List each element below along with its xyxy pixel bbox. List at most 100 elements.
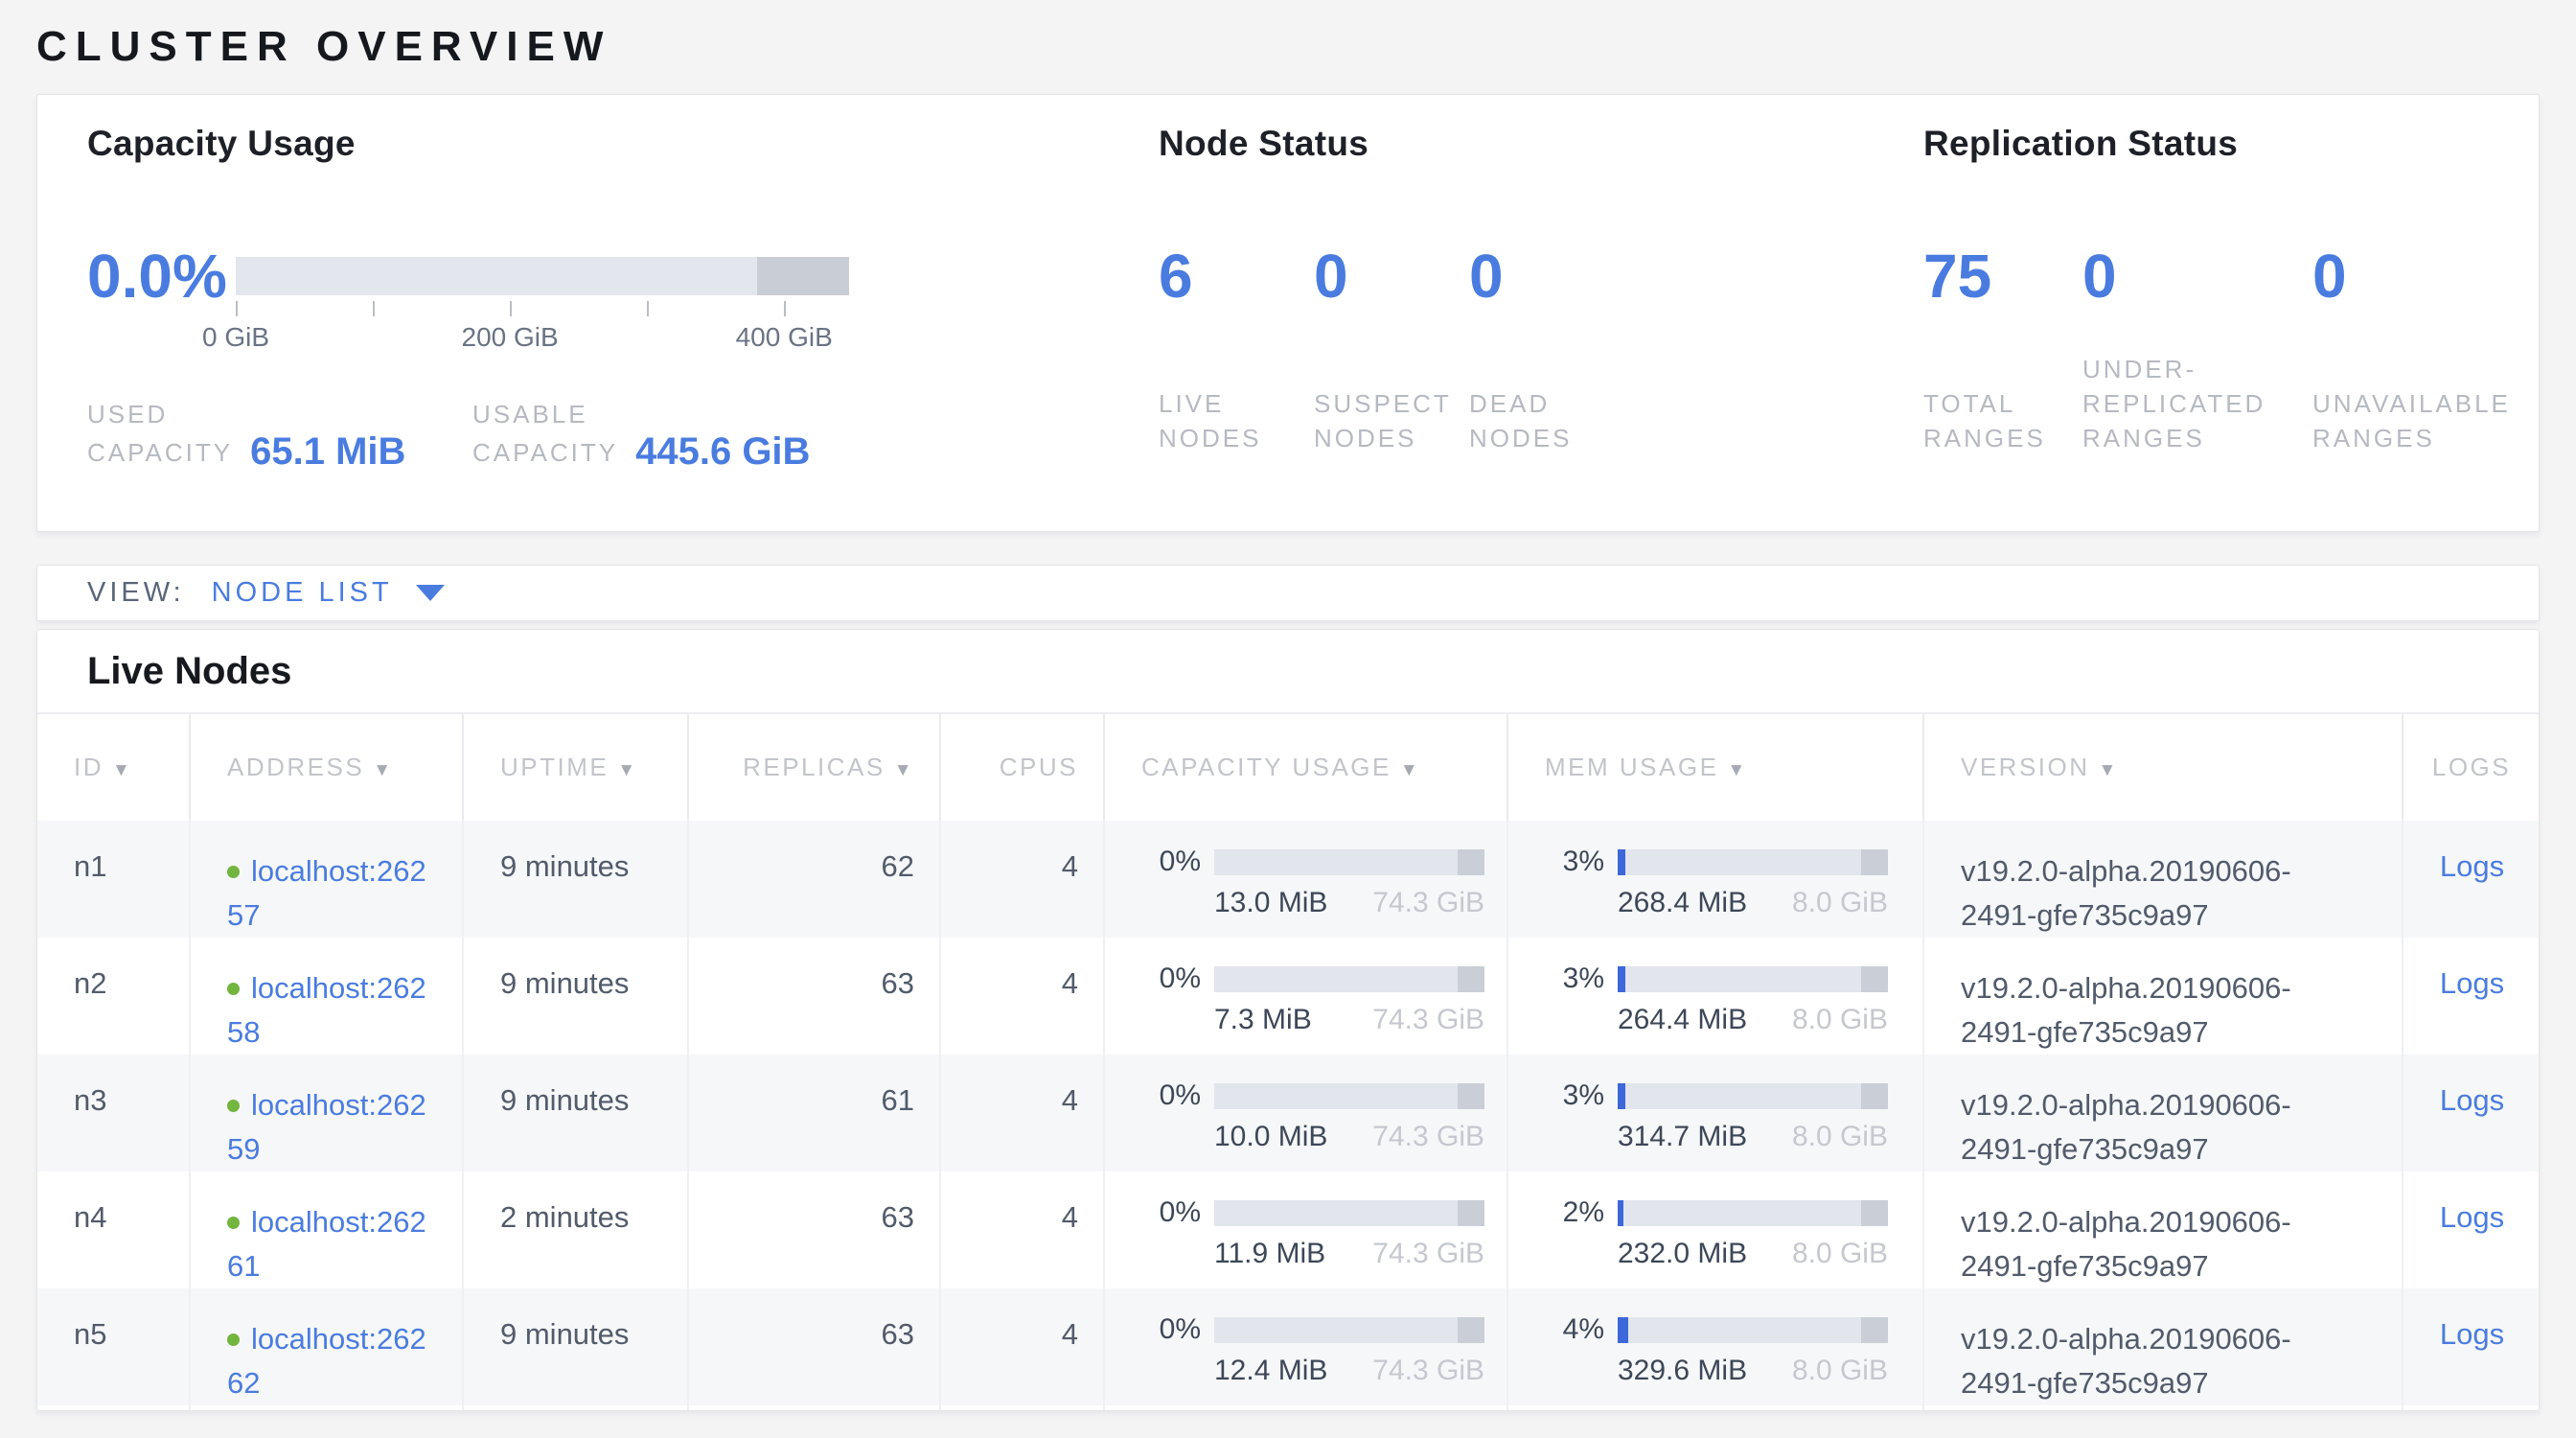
dead-nodes-stat: 0 DEAD NODES bbox=[1469, 243, 1624, 455]
capacity-used-value: 13.0 MiB bbox=[1214, 887, 1327, 919]
sort-descending-icon: ▼ bbox=[1400, 760, 1420, 780]
live-nodes-table: ID▼ADDRESS▼UPTIME▼REPLICAS▼CPUSCAPACITY … bbox=[37, 712, 2540, 1411]
under-replicated-ranges-count: 0 bbox=[2082, 243, 2312, 310]
cell-logs: Logs bbox=[2403, 938, 2540, 1055]
axis-tick bbox=[784, 301, 786, 316]
table-row: n3 localhost:26259 9 minutes 61 4 0% 10.… bbox=[37, 1055, 2540, 1171]
cell-uptime: 2 minutes bbox=[463, 1171, 688, 1288]
table-row-partial bbox=[37, 1405, 2540, 1411]
live-status-dot-icon bbox=[227, 983, 240, 995]
suspect-nodes-label: SUSPECT NODES bbox=[1314, 352, 1469, 455]
node-status-stats: 6 LIVE NODES 0 SUSPECT NODES 0 bbox=[1159, 243, 1923, 455]
dead-nodes-count: 0 bbox=[1469, 243, 1624, 310]
node-address-link[interactable]: localhost:26259 bbox=[227, 1088, 426, 1166]
capacity-used-value: 10.0 MiB bbox=[1214, 1121, 1327, 1153]
view-dropdown[interactable]: NODE LIST bbox=[212, 577, 445, 609]
mem-percent: 4% bbox=[1541, 1313, 1604, 1346]
table-header-row: ID▼ADDRESS▼UPTIME▼REPLICAS▼CPUSCAPACITY … bbox=[37, 713, 2540, 821]
total-ranges-stat: 75 TOTAL RANGES bbox=[1923, 243, 2082, 455]
column-header-uptime[interactable]: UPTIME▼ bbox=[463, 713, 688, 821]
replication-status-section: Replication Status 75 TOTAL RANGES 0 UND… bbox=[1923, 124, 2539, 531]
dead-nodes-label: DEAD NODES bbox=[1469, 352, 1624, 455]
cell-uptime: 9 minutes bbox=[463, 1055, 688, 1171]
capacity-stats: USED CAPACITY 65.1 MiB USABLE CAPACITY 4… bbox=[87, 395, 1159, 472]
cell-address: localhost:26258 bbox=[190, 938, 463, 1055]
capacity-total-value: 74.3 GiB bbox=[1372, 1004, 1484, 1036]
node-address-link[interactable]: localhost:26262 bbox=[227, 1322, 426, 1400]
capacity-total-value: 74.3 GiB bbox=[1372, 887, 1484, 919]
capacity-bar bbox=[1214, 1200, 1484, 1226]
table-row: n5 localhost:26262 9 minutes 63 4 0% 12.… bbox=[37, 1288, 2540, 1405]
unavailable-ranges-label: UNAVAILABLE RANGES bbox=[2312, 352, 2511, 455]
mem-total-value: 8.0 GiB bbox=[1792, 1004, 1888, 1036]
node-address-link[interactable]: localhost:26258 bbox=[227, 971, 426, 1049]
column-header-replicas[interactable]: REPLICAS▼ bbox=[688, 713, 940, 821]
node-address-link[interactable]: localhost:26261 bbox=[227, 1205, 426, 1283]
cell-uptime: 9 minutes bbox=[463, 1288, 688, 1405]
column-header-logs: LOGS bbox=[2403, 713, 2540, 821]
capacity-total-value: 74.3 GiB bbox=[1372, 1121, 1484, 1153]
column-header-capacity-usage[interactable]: CAPACITY USAGE▼ bbox=[1104, 713, 1507, 821]
mem-bar-reserved-segment bbox=[1861, 966, 1888, 992]
page-title: CLUSTER OVERVIEW bbox=[36, 0, 2540, 71]
usable-capacity-stat: USABLE CAPACITY 445.6 GiB bbox=[472, 395, 810, 472]
node-address-link[interactable]: localhost:26257 bbox=[227, 854, 426, 932]
live-nodes-heading: Live Nodes bbox=[37, 630, 2539, 712]
capacity-bar bbox=[1214, 1083, 1484, 1109]
cell-mem-usage: 4% 329.6 MiB 8.0 GiB bbox=[1507, 1288, 1923, 1405]
cell-cpus: 4 bbox=[940, 821, 1104, 938]
cell-replicas: 63 bbox=[688, 1171, 940, 1288]
cell-cpus: 4 bbox=[940, 1171, 1104, 1288]
axis-tick bbox=[236, 301, 238, 316]
column-header-address[interactable]: ADDRESS▼ bbox=[190, 713, 463, 821]
cell-capacity-usage: 0% 7.3 MiB 74.3 GiB bbox=[1104, 938, 1507, 1055]
cell-address: localhost:26259 bbox=[190, 1055, 463, 1171]
node-status-section: Node Status 6 LIVE NODES 0 SUSPECT NODES bbox=[1159, 124, 1923, 531]
cluster-overview-page: CLUSTER OVERVIEW Capacity Usage 0.0% 0 G… bbox=[0, 0, 2576, 1411]
mem-total-value: 8.0 GiB bbox=[1792, 887, 1888, 919]
mem-bar bbox=[1618, 849, 1888, 875]
capacity-bar-reserved-segment bbox=[1458, 1317, 1484, 1343]
cell-capacity-usage: 0% 13.0 MiB 74.3 GiB bbox=[1104, 821, 1507, 938]
mem-bar-reserved-segment bbox=[1861, 849, 1888, 875]
replication-status-title: Replication Status bbox=[1923, 124, 2539, 164]
logs-link[interactable]: Logs bbox=[2440, 1317, 2504, 1351]
cell-address: localhost:26262 bbox=[190, 1288, 463, 1405]
mem-percent: 3% bbox=[1541, 846, 1604, 878]
capacity-percent: 0% bbox=[1138, 1196, 1201, 1229]
logs-link[interactable]: Logs bbox=[2440, 1200, 2504, 1234]
mem-bar bbox=[1618, 1200, 1888, 1226]
chevron-down-icon bbox=[416, 585, 445, 601]
cell-uptime: 9 minutes bbox=[463, 938, 688, 1055]
column-header-id[interactable]: ID▼ bbox=[37, 713, 190, 821]
column-header-version[interactable]: VERSION▼ bbox=[1923, 713, 2403, 821]
logs-link[interactable]: Logs bbox=[2440, 849, 2504, 883]
table-row: n4 localhost:26261 2 minutes 63 4 0% 11.… bbox=[37, 1171, 2540, 1288]
mem-total-value: 8.0 GiB bbox=[1792, 1121, 1888, 1153]
capacity-usage-title: Capacity Usage bbox=[87, 124, 1159, 164]
usable-capacity-value: 445.6 GiB bbox=[635, 430, 810, 474]
capacity-percent: 0% bbox=[1138, 963, 1201, 995]
cell-logs: Logs bbox=[2403, 1171, 2540, 1288]
total-ranges-count: 75 bbox=[1923, 243, 2082, 310]
live-nodes-stat: 6 LIVE NODES bbox=[1159, 243, 1314, 455]
mem-bar-reserved-segment bbox=[1861, 1200, 1888, 1226]
column-header-mem-usage[interactable]: MEM USAGE▼ bbox=[1507, 713, 1923, 821]
cell-version: v19.2.0-alpha.20190606-2491-gfe735c9a97 bbox=[1923, 1055, 2403, 1171]
used-capacity-label: USED CAPACITY bbox=[87, 395, 233, 472]
capacity-bar bbox=[1214, 966, 1484, 992]
live-status-dot-icon bbox=[227, 866, 240, 878]
logs-link[interactable]: Logs bbox=[2440, 1083, 2504, 1117]
mem-total-value: 8.0 GiB bbox=[1792, 1355, 1888, 1387]
cell-version: v19.2.0-alpha.20190606-2491-gfe735c9a97 bbox=[1923, 1288, 2403, 1405]
cell-capacity-usage: 0% 12.4 MiB 74.3 GiB bbox=[1104, 1288, 1507, 1405]
cell-capacity-usage: 0% 11.9 MiB 74.3 GiB bbox=[1104, 1171, 1507, 1288]
logs-link[interactable]: Logs bbox=[2440, 966, 2504, 1000]
total-ranges-label: TOTAL RANGES bbox=[1923, 352, 2082, 455]
sort-descending-icon: ▼ bbox=[617, 760, 637, 780]
used-capacity-stat: USED CAPACITY 65.1 MiB bbox=[87, 395, 472, 472]
cell-version: v19.2.0-alpha.20190606-2491-gfe735c9a97 bbox=[1923, 938, 2403, 1055]
cell-logs: Logs bbox=[2403, 1288, 2540, 1405]
cell-replicas: 61 bbox=[688, 1055, 940, 1171]
mem-used-value: 268.4 MiB bbox=[1618, 887, 1747, 919]
